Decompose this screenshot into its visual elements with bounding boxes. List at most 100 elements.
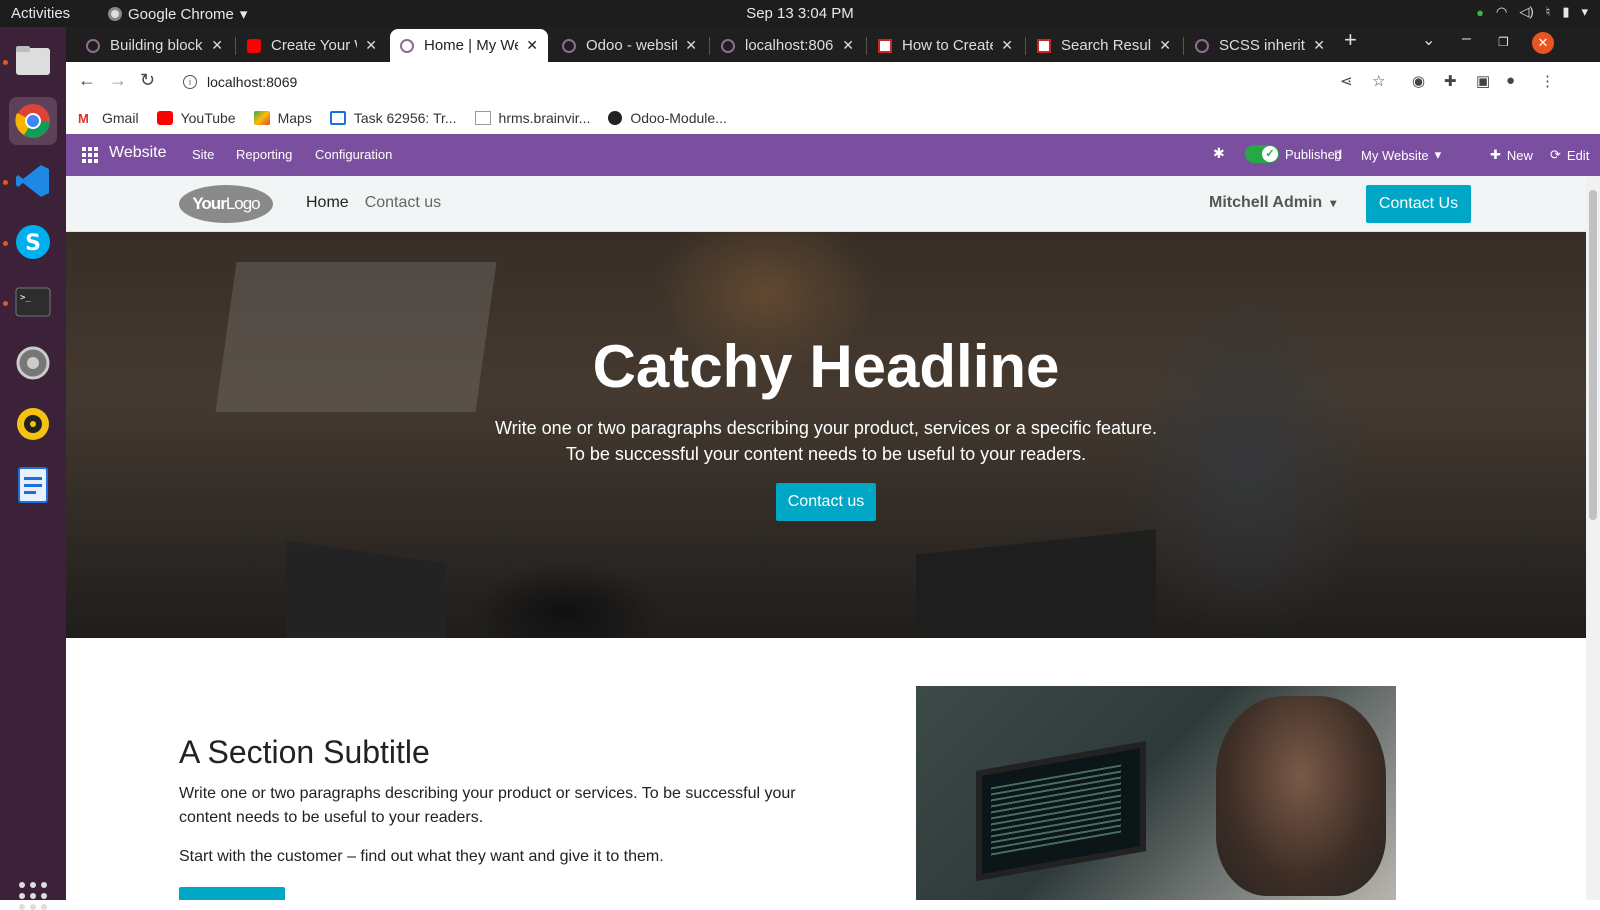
close-icon[interactable]: ✕	[842, 37, 854, 54]
hero-text-line: To be successful your content needs to b…	[565, 444, 1087, 464]
logo-text-bold: Your	[192, 194, 226, 213]
article-favicon-icon	[878, 38, 892, 53]
close-window-icon[interactable]: ✕	[1532, 32, 1554, 54]
hero-headline: Catchy Headline	[592, 333, 1060, 400]
profile-avatar-icon[interactable]: ●	[1506, 72, 1515, 89]
new-button[interactable]: ✚ New	[1490, 147, 1533, 163]
tab[interactable]: Search Result ✕	[1027, 29, 1181, 62]
nav-home[interactable]: Home	[306, 194, 349, 212]
tab[interactable]: SCSS inherita ✕	[1185, 29, 1335, 62]
mobile-preview-icon[interactable]: ▯	[1334, 147, 1341, 163]
edit-button[interactable]: ⟳ Edit	[1550, 147, 1589, 163]
tab[interactable]: Create Your W ✕	[237, 29, 387, 62]
back-icon[interactable]: ←	[78, 70, 96, 91]
close-icon[interactable]: ✕	[365, 37, 377, 54]
files-icon[interactable]	[9, 36, 57, 84]
tab[interactable]: How to Create ✕	[868, 29, 1023, 62]
bookmark-task[interactable]: Task 62956: Tr...	[329, 110, 457, 126]
settings-icon[interactable]	[9, 339, 57, 387]
extension-icon[interactable]: ◉	[1412, 72, 1425, 90]
close-icon[interactable]: ✕	[1313, 37, 1325, 54]
tab-title: Odoo - websit	[586, 37, 678, 54]
app-title[interactable]: Website	[109, 144, 167, 162]
side-panel-icon[interactable]: ▣	[1476, 72, 1490, 90]
youtube-icon	[156, 111, 173, 125]
tab[interactable]: Odoo - websit ✕	[552, 29, 707, 62]
close-icon[interactable]: ✕	[1159, 37, 1171, 54]
forward-icon[interactable]: →	[109, 70, 127, 91]
menu-configuration[interactable]: Configuration	[315, 147, 392, 162]
website-switcher[interactable]: My Website ▾	[1361, 147, 1441, 163]
restore-icon[interactable]: ❐	[1498, 35, 1509, 49]
nav-contact[interactable]: Contact us	[365, 194, 441, 212]
bookmark-maps[interactable]: Maps	[253, 110, 312, 126]
publish-toggle[interactable]: Published	[1245, 145, 1342, 163]
address-bar[interactable]: i localhost:8069	[173, 67, 1463, 97]
bookmark-youtube[interactable]: YouTube	[156, 110, 236, 126]
vscode-icon[interactable]	[9, 157, 57, 205]
bookmark-gmail[interactable]: M Gmail	[78, 110, 139, 126]
page-icon	[474, 111, 491, 125]
hero-background-laptop	[286, 540, 446, 638]
header-contact-button[interactable]: Contact Us	[1366, 185, 1471, 223]
website-viewport: Your Logo Home Contact us Mitchell Admin …	[66, 176, 1586, 900]
close-icon[interactable]: ✕	[526, 37, 538, 54]
text-editor-icon[interactable]	[9, 461, 57, 509]
skype-icon[interactable]: S	[9, 218, 57, 266]
hero-contact-button[interactable]: Contact us	[775, 483, 877, 521]
tab[interactable]: Building block ✕	[76, 29, 233, 62]
bookmark-label: YouTube	[180, 110, 236, 126]
site-header: Your Logo Home Contact us Mitchell Admin …	[66, 176, 1586, 232]
bookmark-odoo-module[interactable]: Odoo-Module...	[608, 110, 727, 126]
user-menu[interactable]: Mitchell Admin ▾	[1209, 194, 1336, 212]
tab-title: Home | My We	[424, 37, 519, 54]
dock: S >_	[0, 27, 66, 910]
microphone-icon: ♮	[1545, 4, 1551, 19]
chrome-icon[interactable]	[9, 97, 57, 145]
tab-search-icon[interactable]: ⌄	[1422, 30, 1435, 50]
share-icon[interactable]: ⋖	[1340, 72, 1353, 90]
edit-label: Edit	[1566, 147, 1590, 163]
close-icon[interactable]: ✕	[211, 37, 223, 54]
running-indicator	[3, 60, 8, 65]
menu-site[interactable]: Site	[192, 147, 214, 162]
scrollbar-thumb[interactable]	[1589, 190, 1597, 520]
minimize-icon[interactable]: –	[1462, 30, 1471, 48]
odoo-favicon-icon	[400, 38, 414, 53]
running-indicator	[3, 241, 8, 246]
puzzle-icon[interactable]: ✚	[1444, 72, 1457, 90]
tab-separator	[1183, 37, 1184, 55]
bookmark-star-icon[interactable]: ☆	[1372, 72, 1385, 90]
tab-strip: Building block ✕ Create Your W ✕ Home | …	[66, 27, 1600, 62]
tab[interactable]: localhost:806 ✕	[711, 29, 864, 62]
menu-kebab-icon[interactable]: ⋮	[1540, 72, 1555, 90]
bookmark-label: Gmail	[102, 110, 139, 126]
rhythmbox-icon[interactable]	[9, 400, 57, 448]
page-scrollbar[interactable]	[1586, 176, 1600, 900]
show-apps-icon[interactable]	[19, 882, 47, 910]
tab-active[interactable]: Home | My We ✕	[390, 29, 548, 62]
hero-background-laptop	[916, 529, 1156, 638]
youtube-favicon-icon	[247, 38, 261, 53]
section-button[interactable]	[179, 887, 285, 900]
gmail-icon: M	[78, 111, 89, 126]
tab-title: localhost:806	[745, 37, 834, 54]
chevron-down-icon: ▾	[1330, 196, 1337, 210]
terminal-icon[interactable]: >_	[9, 278, 57, 326]
reload-icon[interactable]: ↻	[140, 70, 155, 91]
debug-bug-icon[interactable]: ✱	[1213, 145, 1225, 162]
new-tab-icon[interactable]: +	[1344, 27, 1357, 53]
close-icon[interactable]: ✕	[1001, 37, 1013, 54]
site-info-icon[interactable]: i	[183, 75, 197, 89]
bookmark-hrms[interactable]: hrms.brainvir...	[474, 110, 590, 126]
system-tray[interactable]: ● ◠ ◁) ♮ ▮ ▾	[1476, 4, 1588, 20]
close-icon[interactable]: ✕	[685, 37, 697, 54]
apps-menu-icon[interactable]	[82, 147, 98, 163]
azure-devops-icon	[329, 111, 346, 125]
clock[interactable]: Sep 13 3:04 PM	[0, 5, 1600, 22]
tab-separator	[235, 37, 236, 55]
os-top-bar: Activities Google Chrome ▾ Sep 13 3:04 P…	[0, 0, 1600, 27]
github-icon	[608, 111, 623, 125]
site-logo[interactable]: Your Logo	[179, 185, 273, 223]
menu-reporting[interactable]: Reporting	[236, 147, 292, 162]
